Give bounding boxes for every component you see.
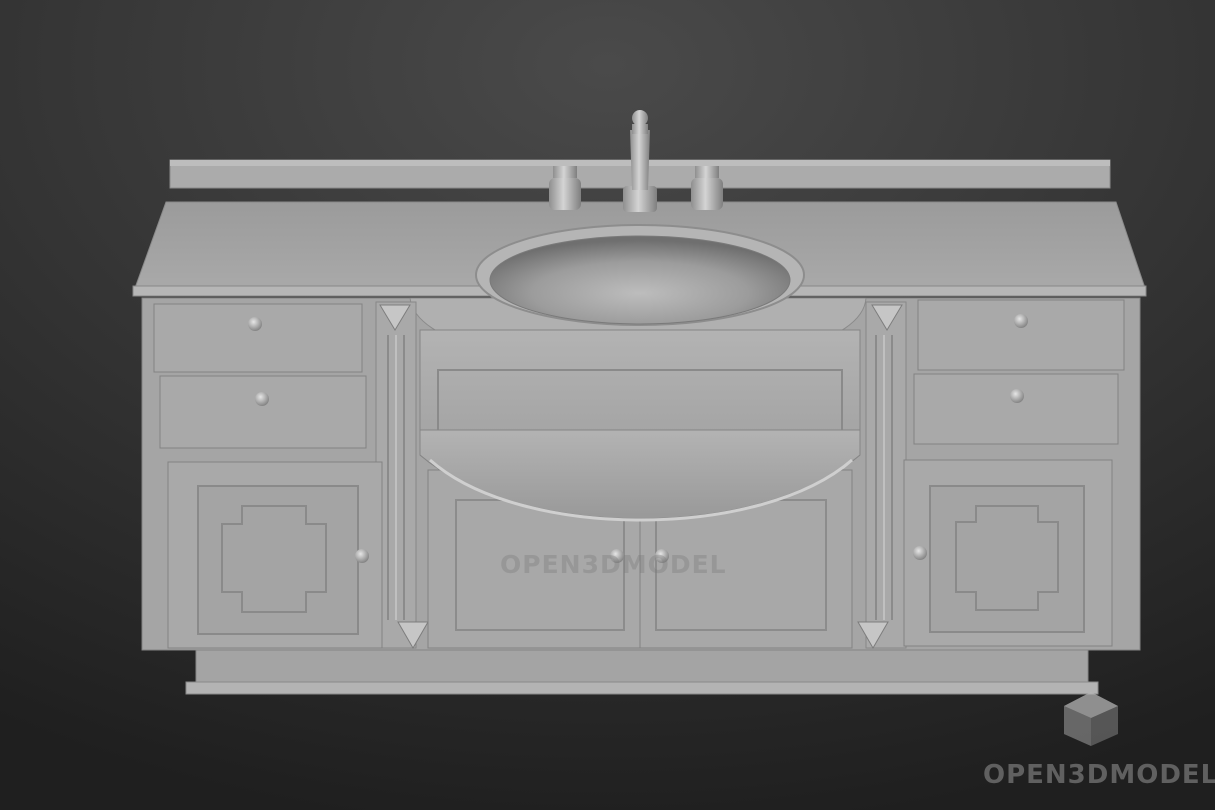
right-drawer-top [917,299,1125,371]
watermark-corner: OPEN3DMODEL [983,760,1215,790]
left-drawer-bottom [159,375,367,449]
cube-logo-icon [1064,692,1118,746]
plinth [185,647,1099,695]
vanity-render [0,0,1215,810]
viewport: OPEN3DMODEL OPEN3DMODEL [0,0,1215,810]
cold-tap [691,166,723,210]
sink-bowl [475,224,805,326]
right-drawer-bottom [913,373,1119,445]
right-door [903,459,1113,647]
left-door [167,461,383,649]
watermark-center: OPEN3DMODEL [500,550,727,579]
left-drawer-top [153,303,363,373]
hot-tap [549,166,581,210]
